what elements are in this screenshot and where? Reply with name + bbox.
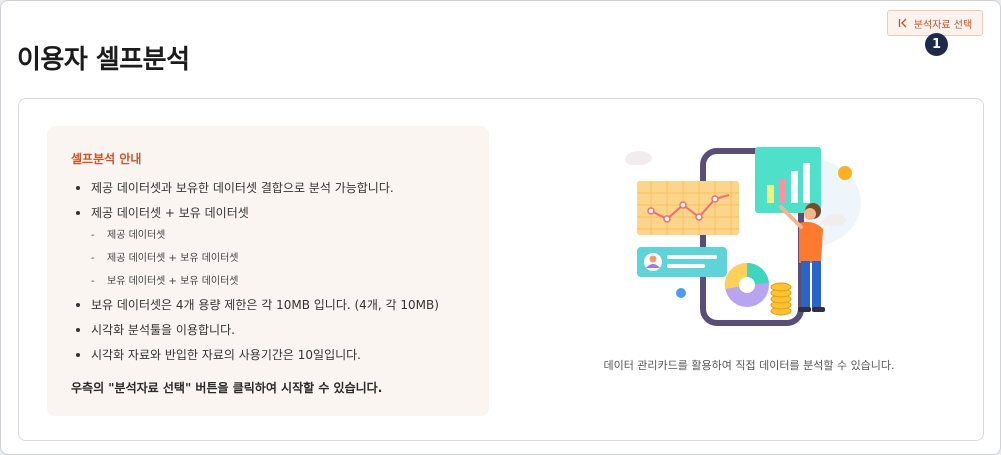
guide-list: 제공 데이터셋과 보유한 데이터셋 결합으로 분석 가능합니다. 제공 데이터셋… (71, 176, 481, 361)
guide-item: 제공 데이터셋 + 보유 데이터셋 (71, 207, 481, 219)
guide-sub-item: 보유 데이터셋 + 보유 데이터셋 (71, 276, 481, 288)
step-badge: 1 (925, 33, 948, 56)
guide-item: 시각화 자료와 반입한 자료의 사용기간은 10일입니다. (71, 349, 481, 361)
skip-to-start-icon (898, 18, 908, 28)
app-frame: 이용자 셀프분석 분석자료 선택 1 셀프분석 안내 제공 데이터셋과 보유한 … (0, 0, 1001, 455)
select-analysis-data-label: 분석자료 선택 (913, 19, 973, 31)
guide-item: 제공 데이터셋과 보유한 데이터셋 결합으로 분석 가능합니다. (71, 182, 481, 194)
guide-item: 시각화 분석툴을 이용합니다. (71, 324, 481, 336)
guide-sub-item: 제공 데이터셋 + 보유 데이터셋 (71, 253, 481, 265)
guide-sub-item: 제공 데이터셋 (71, 230, 481, 242)
data-analysis-illustration (621, 143, 871, 333)
guide-footer: 우측의 "분석자료 선택" 버튼을 클릭하여 시작할 수 있습니다. (71, 381, 383, 395)
content-card: 셀프분석 안내 제공 데이터셋과 보유한 데이터셋 결합으로 분석 가능합니다.… (18, 98, 984, 441)
guide-item: 보유 데이터셋은 4개 용량 제한은 각 10MB 입니다. (4개, 각 10… (71, 299, 481, 311)
illustration-caption: 데이터 관리카드를 활용하여 직접 데이터를 분석할 수 있습니다. (603, 359, 895, 372)
page-title: 이용자 셀프분석 (17, 45, 190, 75)
guide-title: 셀프분석 안내 (71, 152, 142, 166)
guide-box: 셀프분석 안내 제공 데이터셋과 보유한 데이터셋 결합으로 분석 가능합니다.… (47, 126, 489, 416)
